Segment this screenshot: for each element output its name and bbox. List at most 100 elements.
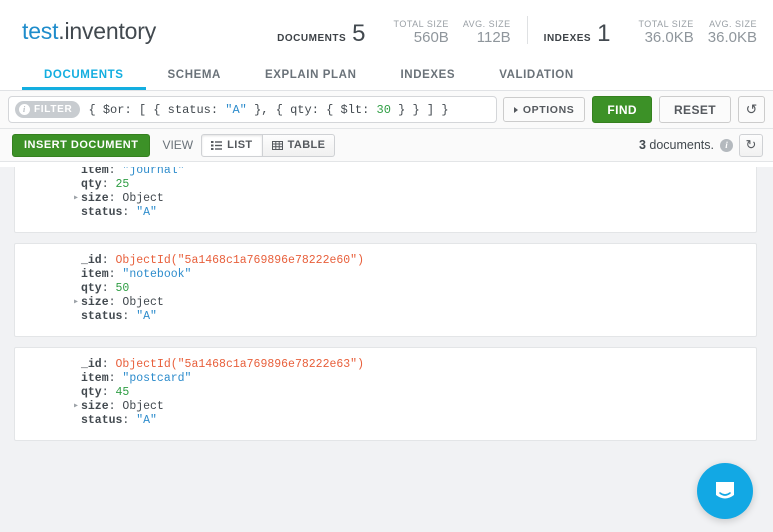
field-value: ObjectId("5a1468c1a769896e78222e63") (116, 358, 364, 371)
collection-header: test.inventory DOCUMENTS 5 TOTAL SIZE 56… (0, 0, 773, 63)
field-value: Object (122, 192, 163, 205)
tab-validation[interactable]: VALIDATION (477, 63, 596, 90)
vertical-scrollbar[interactable] (765, 167, 773, 532)
reset-button[interactable]: RESET (659, 96, 731, 123)
field-key: _id (81, 254, 102, 267)
document-list[interactable]: _id: ObjectId("5a1468c1a769896e78222e5f"… (0, 167, 773, 532)
view-mode-list-label: LIST (227, 139, 252, 151)
info-icon[interactable]: i (720, 139, 733, 152)
view-mode-table[interactable]: TABLE (263, 134, 336, 157)
field-value: "notebook" (122, 268, 191, 281)
field-value: "A" (136, 414, 157, 427)
query-bar: i FILTER { $or: [ { status: "A" }, { qty… (0, 91, 773, 129)
field-value: "A" (136, 206, 157, 219)
refresh-icon[interactable]: ↻ (739, 134, 763, 157)
filter-value-qty: 30 (377, 103, 391, 117)
documents-avg-size-label: AVG. SIZE (463, 18, 511, 30)
indexes-stats: INDEXES 1 TOTAL SIZE 36.0KB AVG. SIZE 36… (544, 18, 757, 46)
document-field: ▸size: Object (27, 192, 744, 206)
field-key: size (81, 296, 109, 309)
filter-query-text: { $or: [ { status: "A" }, { qty: { $lt: … (88, 103, 448, 117)
filter-value-status: "A" (225, 103, 247, 117)
filter-part-2: }, { qty: { $lt: (247, 103, 377, 117)
field-key: qty (81, 386, 102, 399)
insert-document-button[interactable]: INSERT DOCUMENT (12, 134, 150, 157)
field-value: Object (122, 400, 163, 413)
document-field: ▸size: Object (27, 296, 744, 310)
document-field: status: "A" (27, 206, 744, 220)
field-key: item (81, 167, 109, 177)
view-mode-table-label: TABLE (288, 139, 326, 151)
compass-collection-view: test.inventory DOCUMENTS 5 TOTAL SIZE 56… (0, 0, 773, 532)
collection-name: inventory (64, 18, 156, 44)
field-value: "journal" (122, 167, 184, 177)
document-count-number: 3 (639, 138, 646, 152)
view-label: VIEW (162, 138, 193, 152)
field-key: item (81, 268, 109, 281)
chevron-right-icon[interactable]: ▸ (73, 296, 79, 310)
document-field: item: "postcard" (27, 372, 744, 386)
indexes-avg-size-label: AVG. SIZE (708, 18, 757, 30)
field-key: qty (81, 282, 102, 295)
field-key: status (81, 414, 122, 427)
filter-part-3: } } ] } (391, 103, 449, 117)
field-key: item (81, 372, 109, 385)
indexes-total-size-value: 36.0KB (638, 30, 693, 46)
field-value: 25 (116, 178, 130, 191)
documents-avg-size-value: 112B (463, 30, 511, 46)
document-count: 3 documents. (639, 138, 714, 152)
document-field: _id: ObjectId("5a1468c1a769896e78222e60"… (27, 254, 744, 268)
document-field: ▸size: Object (27, 400, 744, 414)
history-reset-icon[interactable]: ↺ (738, 96, 765, 123)
collection-stats: DOCUMENTS 5 TOTAL SIZE 560B AVG. SIZE 11… (277, 16, 757, 48)
indexes-avg-size-value: 36.0KB (708, 30, 757, 46)
document-field: _id: ObjectId("5a1468c1a769896e78222e63"… (27, 358, 744, 372)
view-mode-list[interactable]: LIST (201, 134, 262, 157)
document-card[interactable]: _id: ObjectId("5a1468c1a769896e78222e63"… (14, 347, 757, 441)
tab-explain-plan[interactable]: EXPLAIN PLAN (243, 63, 379, 90)
field-value: 50 (116, 282, 130, 295)
field-value: "A" (136, 310, 157, 323)
tab-schema[interactable]: SCHEMA (146, 63, 243, 90)
document-field: qty: 45 (27, 386, 744, 400)
documents-status: 3 documents. i ↻ (639, 134, 763, 157)
chevron-right-icon[interactable]: ▸ (73, 400, 79, 414)
field-value: 45 (116, 386, 130, 399)
table-icon (272, 141, 283, 150)
filter-input[interactable]: i FILTER { $or: [ { status: "A" }, { qty… (8, 96, 497, 123)
find-button[interactable]: FIND (592, 96, 652, 123)
filter-badge: i FILTER (15, 101, 80, 118)
document-count-label: documents. (646, 138, 714, 152)
info-icon: i (19, 104, 30, 115)
field-key: size (81, 400, 109, 413)
filter-part-1: { $or: [ { status: (88, 103, 225, 117)
documents-total-size-value: 560B (393, 30, 448, 46)
indexes-total-size: TOTAL SIZE 36.0KB (638, 18, 693, 46)
document-field: item: "notebook" (27, 268, 744, 282)
tab-documents[interactable]: DOCUMENTS (22, 63, 146, 90)
field-key: status (81, 206, 122, 219)
list-icon (211, 141, 222, 150)
chat-bubble-icon (712, 478, 738, 504)
chevron-right-icon (514, 107, 518, 113)
field-key: size (81, 192, 109, 205)
document-field: qty: 25 (27, 178, 744, 192)
indexes-label: INDEXES (544, 33, 591, 44)
documents-label: DOCUMENTS (277, 33, 346, 44)
document-card[interactable]: _id: ObjectId("5a1468c1a769896e78222e60"… (14, 243, 757, 337)
filter-badge-label: FILTER (34, 104, 72, 115)
options-button[interactable]: OPTIONS (503, 97, 585, 122)
indexes-total-size-label: TOTAL SIZE (638, 18, 693, 30)
document-card[interactable]: _id: ObjectId("5a1468c1a769896e78222e5f"… (14, 167, 757, 233)
chevron-right-icon[interactable]: ▸ (73, 192, 79, 206)
documents-value: 5 (352, 22, 365, 46)
documents-count: DOCUMENTS 5 (277, 22, 365, 46)
documents-toolbar: INSERT DOCUMENT VIEW LIST (0, 129, 773, 162)
document-field: status: "A" (27, 414, 744, 428)
indexes-count: INDEXES 1 (544, 22, 611, 46)
field-value: Object (122, 296, 163, 309)
field-value: ObjectId("5a1468c1a769896e78222e60") (116, 254, 364, 267)
chat-launcher-button[interactable] (697, 463, 753, 519)
documents-stats: DOCUMENTS 5 TOTAL SIZE 560B AVG. SIZE 11… (277, 18, 511, 46)
tab-indexes[interactable]: INDEXES (379, 63, 478, 90)
